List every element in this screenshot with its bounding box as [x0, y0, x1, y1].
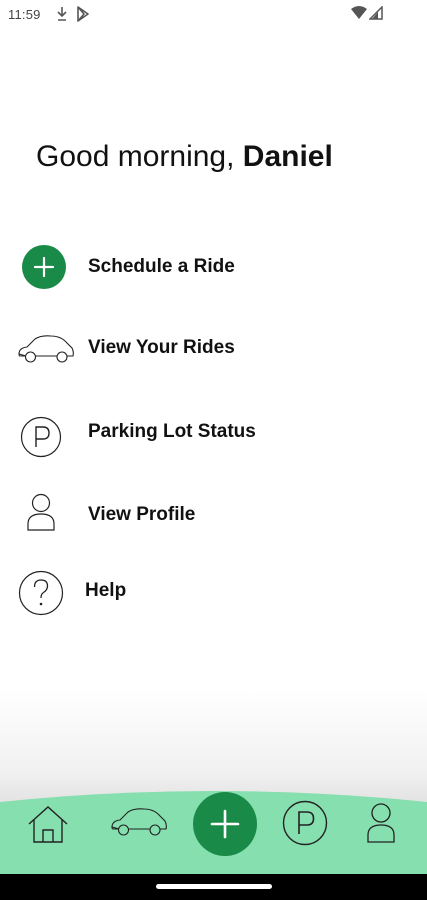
signal-icon	[369, 6, 383, 20]
car-icon[interactable]	[110, 807, 168, 839]
play-store-icon	[77, 6, 89, 22]
status-time: 11:59	[8, 7, 41, 22]
status-system-icons	[351, 6, 383, 20]
home-gesture-handle[interactable]	[156, 884, 272, 889]
bottom-nav	[0, 788, 427, 878]
menu-item-view-profile[interactable]: View Profile	[0, 484, 427, 544]
add-circle-icon	[22, 245, 66, 289]
wifi-icon	[351, 6, 367, 19]
menu-label-view-rides: View Your Rides	[88, 337, 235, 358]
greeting-text: Good morning,	[36, 140, 243, 173]
status-bar: 11:59	[0, 0, 427, 30]
menu-item-schedule-ride[interactable]: Schedule a Ride	[0, 236, 427, 296]
user-name: Daniel	[242, 140, 333, 173]
system-gesture-bar	[0, 874, 427, 900]
add-circle-icon[interactable]	[191, 790, 259, 858]
menu-label-schedule-ride: Schedule a Ride	[88, 256, 235, 277]
parking-icon[interactable]	[282, 800, 328, 846]
person-icon[interactable]	[366, 802, 396, 844]
help-icon	[18, 570, 64, 616]
download-icon	[57, 7, 67, 21]
greeting: Good morning, Daniel	[36, 140, 333, 174]
person-icon	[27, 493, 55, 531]
menu-item-view-rides[interactable]: View Your Rides	[0, 318, 427, 378]
status-notifications	[56, 6, 90, 22]
menu-label-parking-status: Parking Lot Status	[88, 421, 256, 442]
home-icon[interactable]	[26, 804, 70, 846]
menu-item-parking-status[interactable]: Parking Lot Status	[0, 401, 427, 461]
menu-label-help: Help	[85, 580, 127, 601]
car-icon	[18, 335, 74, 363]
menu-item-help[interactable]: Help	[0, 562, 427, 622]
parking-icon	[20, 416, 62, 458]
menu-label-view-profile: View Profile	[88, 504, 196, 525]
